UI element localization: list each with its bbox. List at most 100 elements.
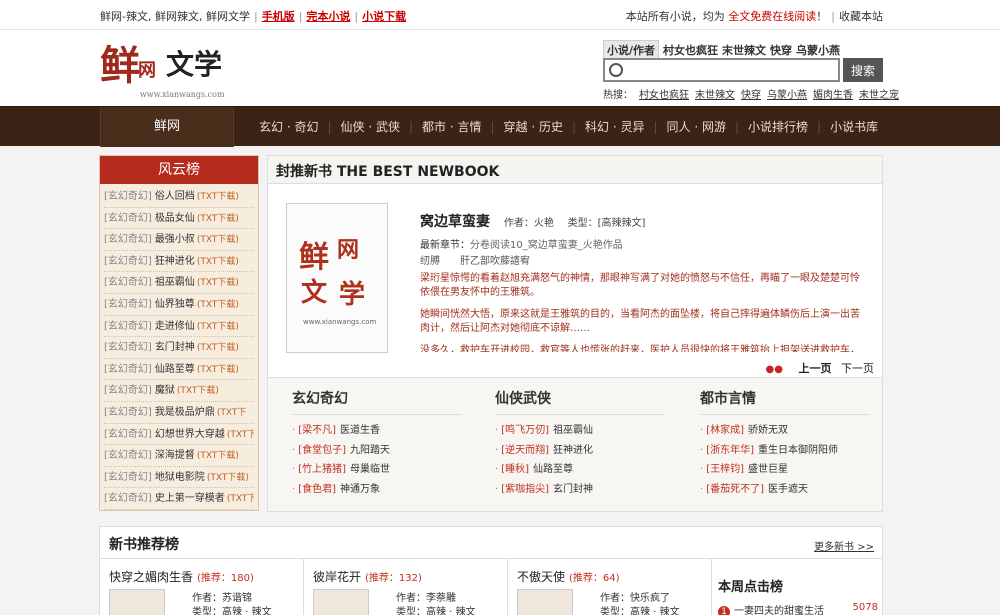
rank-item-category[interactable]: [玄幻奇幻] bbox=[104, 213, 152, 224]
search-tab-hot-2[interactable]: 末世辣文 bbox=[722, 42, 766, 58]
nav-home[interactable]: 鲜网 bbox=[100, 107, 234, 147]
nav-item-chuanyue[interactable]: 穿越 · 历史 bbox=[495, 107, 572, 147]
mobile-link[interactable]: 手机版 bbox=[262, 10, 295, 23]
rank-item-download[interactable]: (TXT下载) bbox=[197, 257, 239, 267]
rank-item-download[interactable]: (TXT下载) bbox=[197, 192, 239, 202]
rank-item-download[interactable]: (TXT下 bbox=[227, 494, 254, 504]
rank-item-name[interactable]: 俗人回档 bbox=[155, 191, 195, 202]
item-book[interactable]: 盛世巨星 bbox=[748, 464, 788, 475]
next-page-button[interactable]: 下一页 bbox=[841, 362, 874, 375]
hot-item[interactable]: 末世辣文 bbox=[695, 90, 735, 101]
item-author[interactable]: [鸣飞万仞] bbox=[501, 425, 549, 436]
nav-item-xuanhuan[interactable]: 玄幻 · 奇幻 bbox=[250, 107, 327, 147]
item-book[interactable]: 神通万象 bbox=[340, 484, 380, 495]
rank-item-download[interactable]: (TXT下载) bbox=[197, 300, 239, 310]
category-title[interactable]: 玄幻奇幻 bbox=[292, 388, 462, 415]
book-cover[interactable]: 鲜 网 文 学 www.xianwangs.com bbox=[286, 203, 388, 353]
item-book[interactable]: 母巢临世 bbox=[350, 464, 390, 475]
item-author[interactable]: [食色君] bbox=[298, 484, 336, 495]
rank-item-download[interactable]: (TXT下载) bbox=[197, 451, 239, 461]
item-author[interactable]: [紫咖指尖] bbox=[501, 484, 549, 495]
category-title[interactable]: 仙侠武侠 bbox=[495, 388, 665, 415]
item-author[interactable]: [睡秋] bbox=[501, 464, 529, 475]
prev-page-button[interactable]: 上一页 bbox=[799, 362, 832, 375]
complete-novels-link[interactable]: 完本小说 bbox=[306, 10, 350, 23]
search-button[interactable]: 搜索 bbox=[843, 58, 883, 82]
nav-item-library[interactable]: 小说书库 bbox=[821, 107, 887, 147]
rank-item-download[interactable]: (TXT下载) bbox=[197, 235, 239, 245]
search-tab-hot-4[interactable]: 乌蒙小燕 bbox=[796, 42, 840, 58]
item-book[interactable]: 重生日本御阴阳师 bbox=[758, 445, 838, 456]
item-book[interactable]: 九阳踏天 bbox=[350, 445, 390, 456]
rank-item-name[interactable]: 极品女仙 bbox=[155, 213, 195, 224]
rank-item-category[interactable]: [玄幻奇幻] bbox=[104, 493, 152, 504]
nav-item-dushi[interactable]: 都市 · 言情 bbox=[413, 107, 490, 147]
rank-item-category[interactable]: [玄幻奇幻] bbox=[104, 299, 152, 310]
book-author[interactable]: 火艳 bbox=[534, 218, 554, 229]
rank-item-name[interactable]: 史上第一穿模者 bbox=[155, 493, 225, 504]
search-tab-title-author[interactable]: 小说/作者 bbox=[603, 40, 660, 59]
search-tab-hot-1[interactable]: 村女也疯狂 bbox=[663, 42, 718, 58]
hot-item[interactable]: 末世之宠 bbox=[859, 90, 899, 101]
rank-item-name[interactable]: 魔狱 bbox=[155, 385, 175, 396]
hot-item[interactable]: 媚肉生香 bbox=[813, 90, 853, 101]
rank-item-category[interactable]: [玄幻奇幻] bbox=[104, 191, 152, 202]
hot-item[interactable]: 村女也疯狂 bbox=[639, 90, 689, 101]
rank-item-name[interactable]: 仙路至尊 bbox=[155, 364, 195, 375]
rank-item-category[interactable]: [玄幻奇幻] bbox=[104, 450, 152, 461]
nav-item-tongren[interactable]: 同人 · 网游 bbox=[658, 107, 735, 147]
rank-item-download[interactable]: (TXT下载) bbox=[197, 214, 239, 224]
rank-item-name[interactable]: 深海提督 bbox=[155, 450, 195, 461]
weekly-book-name[interactable]: 一妻四夫的甜蜜生活 bbox=[734, 606, 824, 615]
rank-item-category[interactable]: [玄幻奇幻] bbox=[104, 256, 152, 267]
rank-item-category[interactable]: [玄幻奇幻] bbox=[104, 277, 152, 288]
new-book-name[interactable]: 不傲天使 bbox=[517, 570, 565, 584]
novel-download-link[interactable]: 小说下载 bbox=[362, 10, 406, 23]
new-book-thumbnail[interactable] bbox=[313, 589, 369, 615]
rank-item-category[interactable]: [玄幻奇幻] bbox=[104, 385, 152, 396]
rank-item-download[interactable]: (TXT下载) bbox=[197, 278, 239, 288]
hot-item[interactable]: 乌蒙小燕 bbox=[767, 90, 807, 101]
nav-item-kehuan[interactable]: 科幻 · 灵异 bbox=[576, 107, 653, 147]
item-book[interactable]: 医手遮天 bbox=[768, 484, 808, 495]
item-book[interactable]: 狂神进化 bbox=[553, 445, 593, 456]
rank-item-name[interactable]: 我是极品炉鼎 bbox=[155, 407, 215, 418]
site-logo[interactable]: 鲜 网 文学 www.xianwangs.com bbox=[100, 42, 230, 100]
rank-item-name[interactable]: 地狱电影院 bbox=[155, 472, 205, 483]
rank-item-name[interactable]: 玄门封神 bbox=[155, 342, 195, 353]
search-input[interactable] bbox=[629, 62, 834, 78]
rank-item-download[interactable]: (TXT下载) bbox=[197, 365, 239, 375]
rank-item-download[interactable]: (TXT下 bbox=[227, 430, 254, 440]
search-tab-hot-3[interactable]: 快穿 bbox=[770, 42, 792, 58]
rank-item-download[interactable]: (TXT下载) bbox=[197, 343, 239, 353]
item-author[interactable]: [王梓钧] bbox=[706, 464, 744, 475]
new-book-name[interactable]: 快穿之媚肉生香 bbox=[109, 570, 193, 584]
category-title[interactable]: 都市言情 bbox=[700, 388, 870, 415]
latest-chapter-link[interactable]: 分卷阅读10_窝边草蛮妻_火艳作品 bbox=[470, 240, 623, 251]
rank-item-name[interactable]: 仙界独尊 bbox=[155, 299, 195, 310]
new-book-thumbnail[interactable] bbox=[109, 589, 165, 615]
new-book-thumbnail[interactable] bbox=[517, 589, 573, 615]
rank-item-category[interactable]: [玄幻奇幻] bbox=[104, 321, 152, 332]
book-title[interactable]: 窝边草蛮妻 bbox=[420, 214, 490, 230]
item-author[interactable]: [食堂包子] bbox=[298, 445, 346, 456]
rank-item-category[interactable]: [玄幻奇幻] bbox=[104, 472, 152, 483]
rank-item-name[interactable]: 走进修仙 bbox=[155, 321, 195, 332]
nav-item-xianxia[interactable]: 仙侠 · 武侠 bbox=[332, 107, 409, 147]
rank-item-download[interactable]: (TXT下载) bbox=[177, 386, 219, 396]
item-book[interactable]: 祖巫霸仙 bbox=[553, 425, 593, 436]
item-author[interactable]: [竹上猪猪] bbox=[298, 464, 346, 475]
item-book[interactable]: 玄门封神 bbox=[553, 484, 593, 495]
hot-item[interactable]: 快穿 bbox=[741, 90, 761, 101]
site-links[interactable]: 鲜网-辣文, 鲜网辣文, 鲜网文学 bbox=[100, 10, 250, 23]
item-book[interactable]: 骄娇无双 bbox=[748, 425, 788, 436]
item-author[interactable]: [梁不凡] bbox=[298, 425, 336, 436]
item-book[interactable]: 医道生香 bbox=[340, 425, 380, 436]
rank-item-name[interactable]: 祖巫霸仙 bbox=[155, 277, 195, 288]
item-author[interactable]: [逆天而翔] bbox=[501, 445, 549, 456]
free-read-link[interactable]: 全文免费在线阅读 bbox=[728, 10, 816, 23]
item-book[interactable]: 仙路至尊 bbox=[533, 464, 573, 475]
item-author[interactable]: [林家成] bbox=[706, 425, 744, 436]
rank-item-download[interactable]: (TXT下载) bbox=[197, 322, 239, 332]
rank-item-category[interactable]: [玄幻奇幻] bbox=[104, 364, 152, 375]
